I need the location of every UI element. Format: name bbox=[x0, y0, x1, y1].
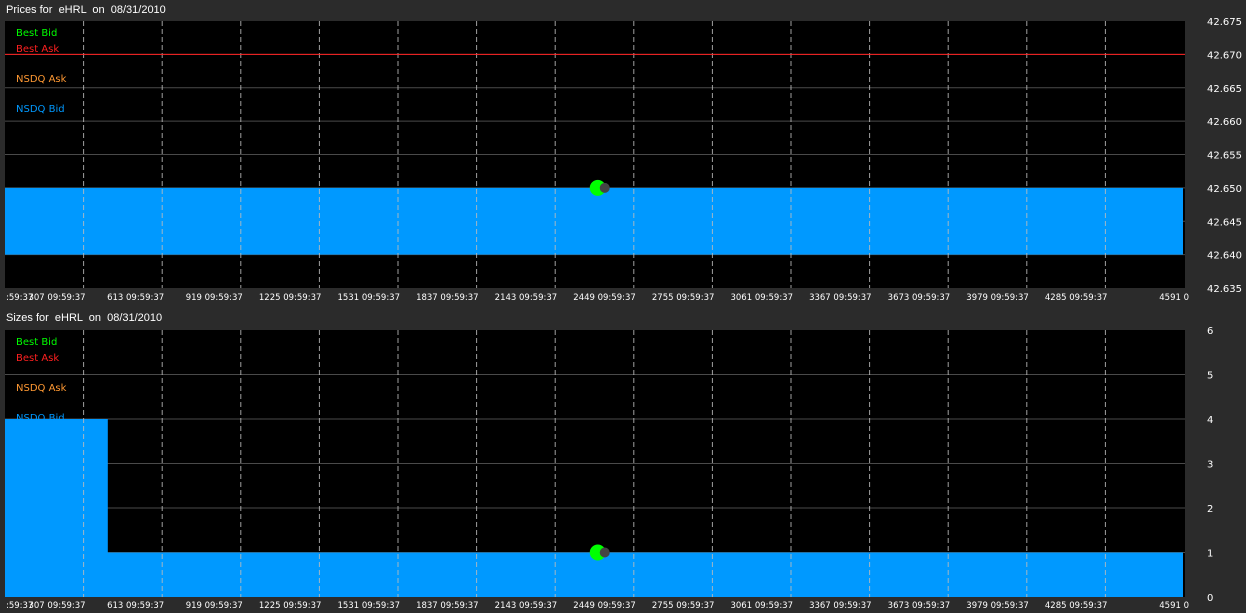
charts-canvas: 42.675 42.670 42.665 42.660 42.655 42.650 42.6… bbox=[5, 17, 1242, 611]
x-tick-label: 613 09:59:37 bbox=[107, 293, 164, 303]
y-tick-label: 1 bbox=[1207, 549, 1213, 560]
x-tick-label: 3979 09:59:37 bbox=[966, 293, 1029, 303]
x-tick-label: 919 09:59:37 bbox=[186, 293, 243, 303]
legend-nsdq-ask: NSDQ Ask bbox=[16, 383, 67, 394]
x-tick-label: 2143 09:59:37 bbox=[495, 293, 558, 303]
x-tick-label: 4591 0 bbox=[1159, 293, 1189, 303]
x-tick-label: 3367 09:59:37 bbox=[809, 293, 872, 303]
y-tick-label: 6 bbox=[1207, 326, 1213, 337]
y-tick-label: 2 bbox=[1207, 504, 1213, 515]
x-tick-label: 4591 0 bbox=[1159, 601, 1189, 611]
x-tick-label: 1225 09:59:37 bbox=[259, 293, 322, 303]
x-tick-label: 613 09:59:37 bbox=[107, 601, 164, 611]
x-tick-label: 307 09:59:37 bbox=[28, 293, 85, 303]
chart-panel-sizes: 6543210Best BidBest AskNSDQ AskNSDQ Bid:… bbox=[5, 326, 1213, 611]
best-bid-marker-shadow bbox=[599, 547, 610, 558]
y-tick-label: 0 bbox=[1207, 593, 1213, 604]
y-tick-label: 42.670 bbox=[1207, 50, 1242, 61]
x-tick-label: 1531 09:59:37 bbox=[337, 293, 400, 303]
y-tick-label: 42.675 bbox=[1207, 17, 1242, 28]
legend-nsdq-ask: NSDQ Ask bbox=[16, 74, 67, 85]
x-tick-label: 2449 09:59:37 bbox=[573, 293, 636, 303]
x-tick-label: 919 09:59:37 bbox=[186, 601, 243, 611]
x-tick-label: 1837 09:59:37 bbox=[416, 601, 479, 611]
y-tick-label: 42.640 bbox=[1207, 251, 1242, 262]
y-tick-label: 4 bbox=[1207, 415, 1213, 426]
legend-best-bid: Best Bid bbox=[16, 337, 57, 348]
y-tick-label: 42.665 bbox=[1207, 84, 1242, 95]
x-tick-label: 3367 09:59:37 bbox=[809, 601, 872, 611]
legend-best-bid: Best Bid bbox=[16, 28, 57, 39]
x-tick-label: 3061 09:59:37 bbox=[730, 293, 793, 303]
best-bid-marker-shadow bbox=[599, 182, 610, 193]
x-tick-label: 3673 09:59:37 bbox=[888, 293, 951, 303]
legend-best-ask: Best Ask bbox=[16, 44, 59, 55]
x-tick-label: 3979 09:59:37 bbox=[966, 601, 1029, 611]
x-tick-label: 2755 09:59:37 bbox=[652, 601, 715, 611]
y-tick-label: 42.655 bbox=[1207, 151, 1242, 162]
x-tick-label: 307 09:59:37 bbox=[28, 601, 85, 611]
legend-best-ask: Best Ask bbox=[16, 353, 59, 364]
x-tick-label: 1225 09:59:37 bbox=[259, 601, 322, 611]
x-tick-label: 3061 09:59:37 bbox=[730, 601, 793, 611]
y-tick-label: 5 bbox=[1207, 371, 1213, 382]
y-tick-label: 42.660 bbox=[1207, 117, 1242, 128]
x-tick-label: 4285 09:59:37 bbox=[1045, 293, 1108, 303]
x-tick-label: 1837 09:59:37 bbox=[416, 293, 479, 303]
legend-nsdq-bid: NSDQ Bid bbox=[16, 104, 65, 115]
y-tick-label: 42.635 bbox=[1207, 284, 1242, 295]
x-tick-label: 2449 09:59:37 bbox=[573, 601, 636, 611]
x-tick-label: 2143 09:59:37 bbox=[495, 601, 558, 611]
series-nsdq-bid-band bbox=[5, 187, 1183, 255]
chart-panel-prices: 42.675 42.670 42.665 42.660 42.655 42.650 42.6… bbox=[5, 17, 1242, 303]
y-tick-label: 42.650 bbox=[1207, 184, 1242, 195]
legend-nsdq-bid: NSDQ Bid bbox=[16, 413, 65, 424]
x-tick-label: 1531 09:59:37 bbox=[337, 601, 400, 611]
y-tick-label: 3 bbox=[1207, 460, 1213, 471]
x-tick-label: 4285 09:59:37 bbox=[1045, 601, 1108, 611]
x-tick-label: 3673 09:59:37 bbox=[888, 601, 951, 611]
x-tick-label: 2755 09:59:37 bbox=[652, 293, 715, 303]
y-tick-label: 42.645 bbox=[1207, 217, 1242, 228]
